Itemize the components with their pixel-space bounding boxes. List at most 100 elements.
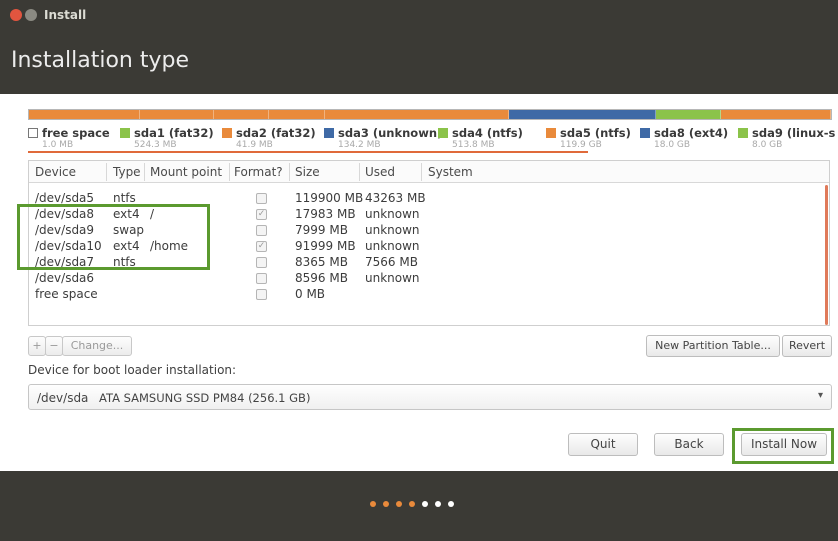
cell-size: 91999 MB: [295, 239, 356, 253]
partition-legend: free space 1.0 MB sda1 (fat32) 524.3 MB sda2…: [28, 126, 836, 152]
cell-size: 8365 MB: [295, 255, 348, 269]
cell-device: /dev/sda6: [35, 271, 95, 285]
chevron-down-icon: ▾: [817, 390, 823, 401]
format-checkbox[interactable]: [256, 257, 267, 268]
highlight-box-install: [732, 428, 834, 464]
column-header-device[interactable]: Device: [35, 165, 76, 179]
bootloader-description: ATA SAMSUNG SSD PM84 (256.1 GB): [99, 391, 311, 405]
window-title: Install: [44, 8, 87, 22]
legend-name: sda5 (ntfs): [560, 126, 631, 140]
partition-bar-segment-other: [720, 110, 831, 119]
footer: [0, 471, 838, 541]
cell-device: free space: [35, 287, 98, 301]
partition-bar: [28, 109, 832, 120]
cell-size: 8596 MB: [295, 271, 348, 285]
legend-size: 119.9 GB: [560, 140, 602, 150]
revert-button[interactable]: Revert: [782, 335, 832, 357]
bootloader-device-select[interactable]: /dev/sda ATA SAMSUNG SSD PM84 (256.1 GB)…: [28, 384, 832, 410]
cell-used: unknown: [365, 271, 420, 285]
vertical-scrollbar[interactable]: [825, 185, 828, 325]
table-row[interactable]: free space 0 MB: [29, 287, 829, 303]
format-checkbox[interactable]: ✓: [256, 241, 267, 252]
title-bar: Install: [0, 0, 838, 30]
legend-underline: [28, 151, 588, 153]
legend-item: sda8 (ext4) 18.0 GB: [640, 126, 729, 150]
legend-name: sda1 (fat32): [134, 126, 214, 140]
new-partition-table-button[interactable]: New Partition Table...: [646, 335, 780, 357]
partition-bar-segment-sda8: [508, 110, 656, 119]
header: Installation type: [0, 30, 838, 94]
progress-dot: [383, 501, 389, 507]
bootloader-device: /dev/sda: [37, 391, 89, 405]
legend-name: sda2 (fat32): [236, 126, 316, 140]
format-checkbox[interactable]: [256, 193, 267, 204]
progress-dot: [422, 501, 428, 507]
format-checkbox[interactable]: [256, 273, 267, 284]
legend-swatch: [438, 128, 448, 138]
legend-name: free space: [42, 126, 110, 140]
progress-dots: [370, 501, 454, 507]
column-header-system[interactable]: System: [428, 165, 473, 179]
change-partition-button[interactable]: Change...: [62, 336, 132, 356]
legend-item: sda2 (fat32) 41.9 MB: [222, 126, 316, 150]
cell-size: 0 MB: [295, 287, 326, 301]
legend-size: 134.2 MB: [338, 140, 381, 150]
cell-used: unknown: [365, 239, 420, 253]
table-header: Device Type Mount point Format? Size Use…: [29, 161, 829, 183]
legend-item: sda4 (ntfs) 513.8 MB: [438, 126, 523, 150]
legend-swatch: [738, 128, 748, 138]
back-button[interactable]: Back: [654, 433, 724, 456]
format-checkbox[interactable]: ✓: [256, 209, 267, 220]
cell-size: 17983 MB: [295, 207, 356, 221]
page-title: Installation type: [11, 48, 189, 73]
legend-item: sda3 (unknown) 134.2 MB: [324, 126, 442, 150]
partition-bar-segment-sda2: [139, 110, 214, 119]
legend-swatch: [120, 128, 130, 138]
legend-item: sda9 (linux-s 8.0 GB: [738, 126, 836, 150]
format-checkbox[interactable]: [256, 225, 267, 236]
minimize-icon[interactable]: [25, 9, 37, 21]
legend-swatch: [640, 128, 650, 138]
cell-type: ntfs: [113, 191, 136, 205]
partition-bar-segment-sda5: [325, 110, 509, 119]
legend-swatch: [28, 128, 38, 138]
cell-size: 119900 MB: [295, 191, 364, 205]
column-header-type[interactable]: Type: [113, 165, 141, 179]
cell-used: 7566 MB: [365, 255, 418, 269]
cell-size: 7999 MB: [295, 223, 348, 237]
partition-bar-segment-sda1: [29, 110, 140, 119]
progress-dot: [435, 501, 441, 507]
partition-bar-segment-sda9: [655, 110, 721, 119]
cell-used: unknown: [365, 207, 420, 221]
legend-swatch: [324, 128, 334, 138]
legend-size: 524.3 MB: [134, 140, 177, 150]
legend-item: sda1 (fat32) 524.3 MB: [120, 126, 214, 150]
format-checkbox[interactable]: [256, 289, 267, 300]
legend-size: 1.0 MB: [42, 140, 74, 150]
partition-bar-segment-sda3: [213, 110, 270, 119]
column-header-format[interactable]: Format?: [234, 165, 283, 179]
column-header-mount[interactable]: Mount point: [150, 165, 222, 179]
progress-dot: [370, 501, 376, 507]
add-partition-button[interactable]: +: [28, 336, 46, 356]
legend-name: sda4 (ntfs): [452, 126, 523, 140]
legend-swatch: [546, 128, 556, 138]
cell-used: unknown: [365, 223, 420, 237]
progress-dot: [396, 501, 402, 507]
progress-dot: [448, 501, 454, 507]
progress-dot: [409, 501, 415, 507]
column-header-size[interactable]: Size: [295, 165, 320, 179]
legend-name: sda8 (ext4): [654, 126, 729, 140]
close-icon[interactable]: [10, 9, 22, 21]
bootloader-label: Device for boot loader installation:: [28, 363, 237, 377]
legend-size: 41.9 MB: [236, 140, 273, 150]
legend-item: free space 1.0 MB: [28, 126, 110, 150]
legend-swatch: [222, 128, 232, 138]
remove-partition-button[interactable]: −: [45, 336, 63, 356]
table-row[interactable]: /dev/sda6 8596 MB unknown: [29, 271, 829, 287]
legend-name: sda9 (linux-s: [752, 126, 836, 140]
column-header-used[interactable]: Used: [365, 165, 395, 179]
legend-item: sda5 (ntfs) 119.9 GB: [546, 126, 631, 150]
legend-size: 8.0 GB: [752, 140, 783, 150]
quit-button[interactable]: Quit: [568, 433, 638, 456]
